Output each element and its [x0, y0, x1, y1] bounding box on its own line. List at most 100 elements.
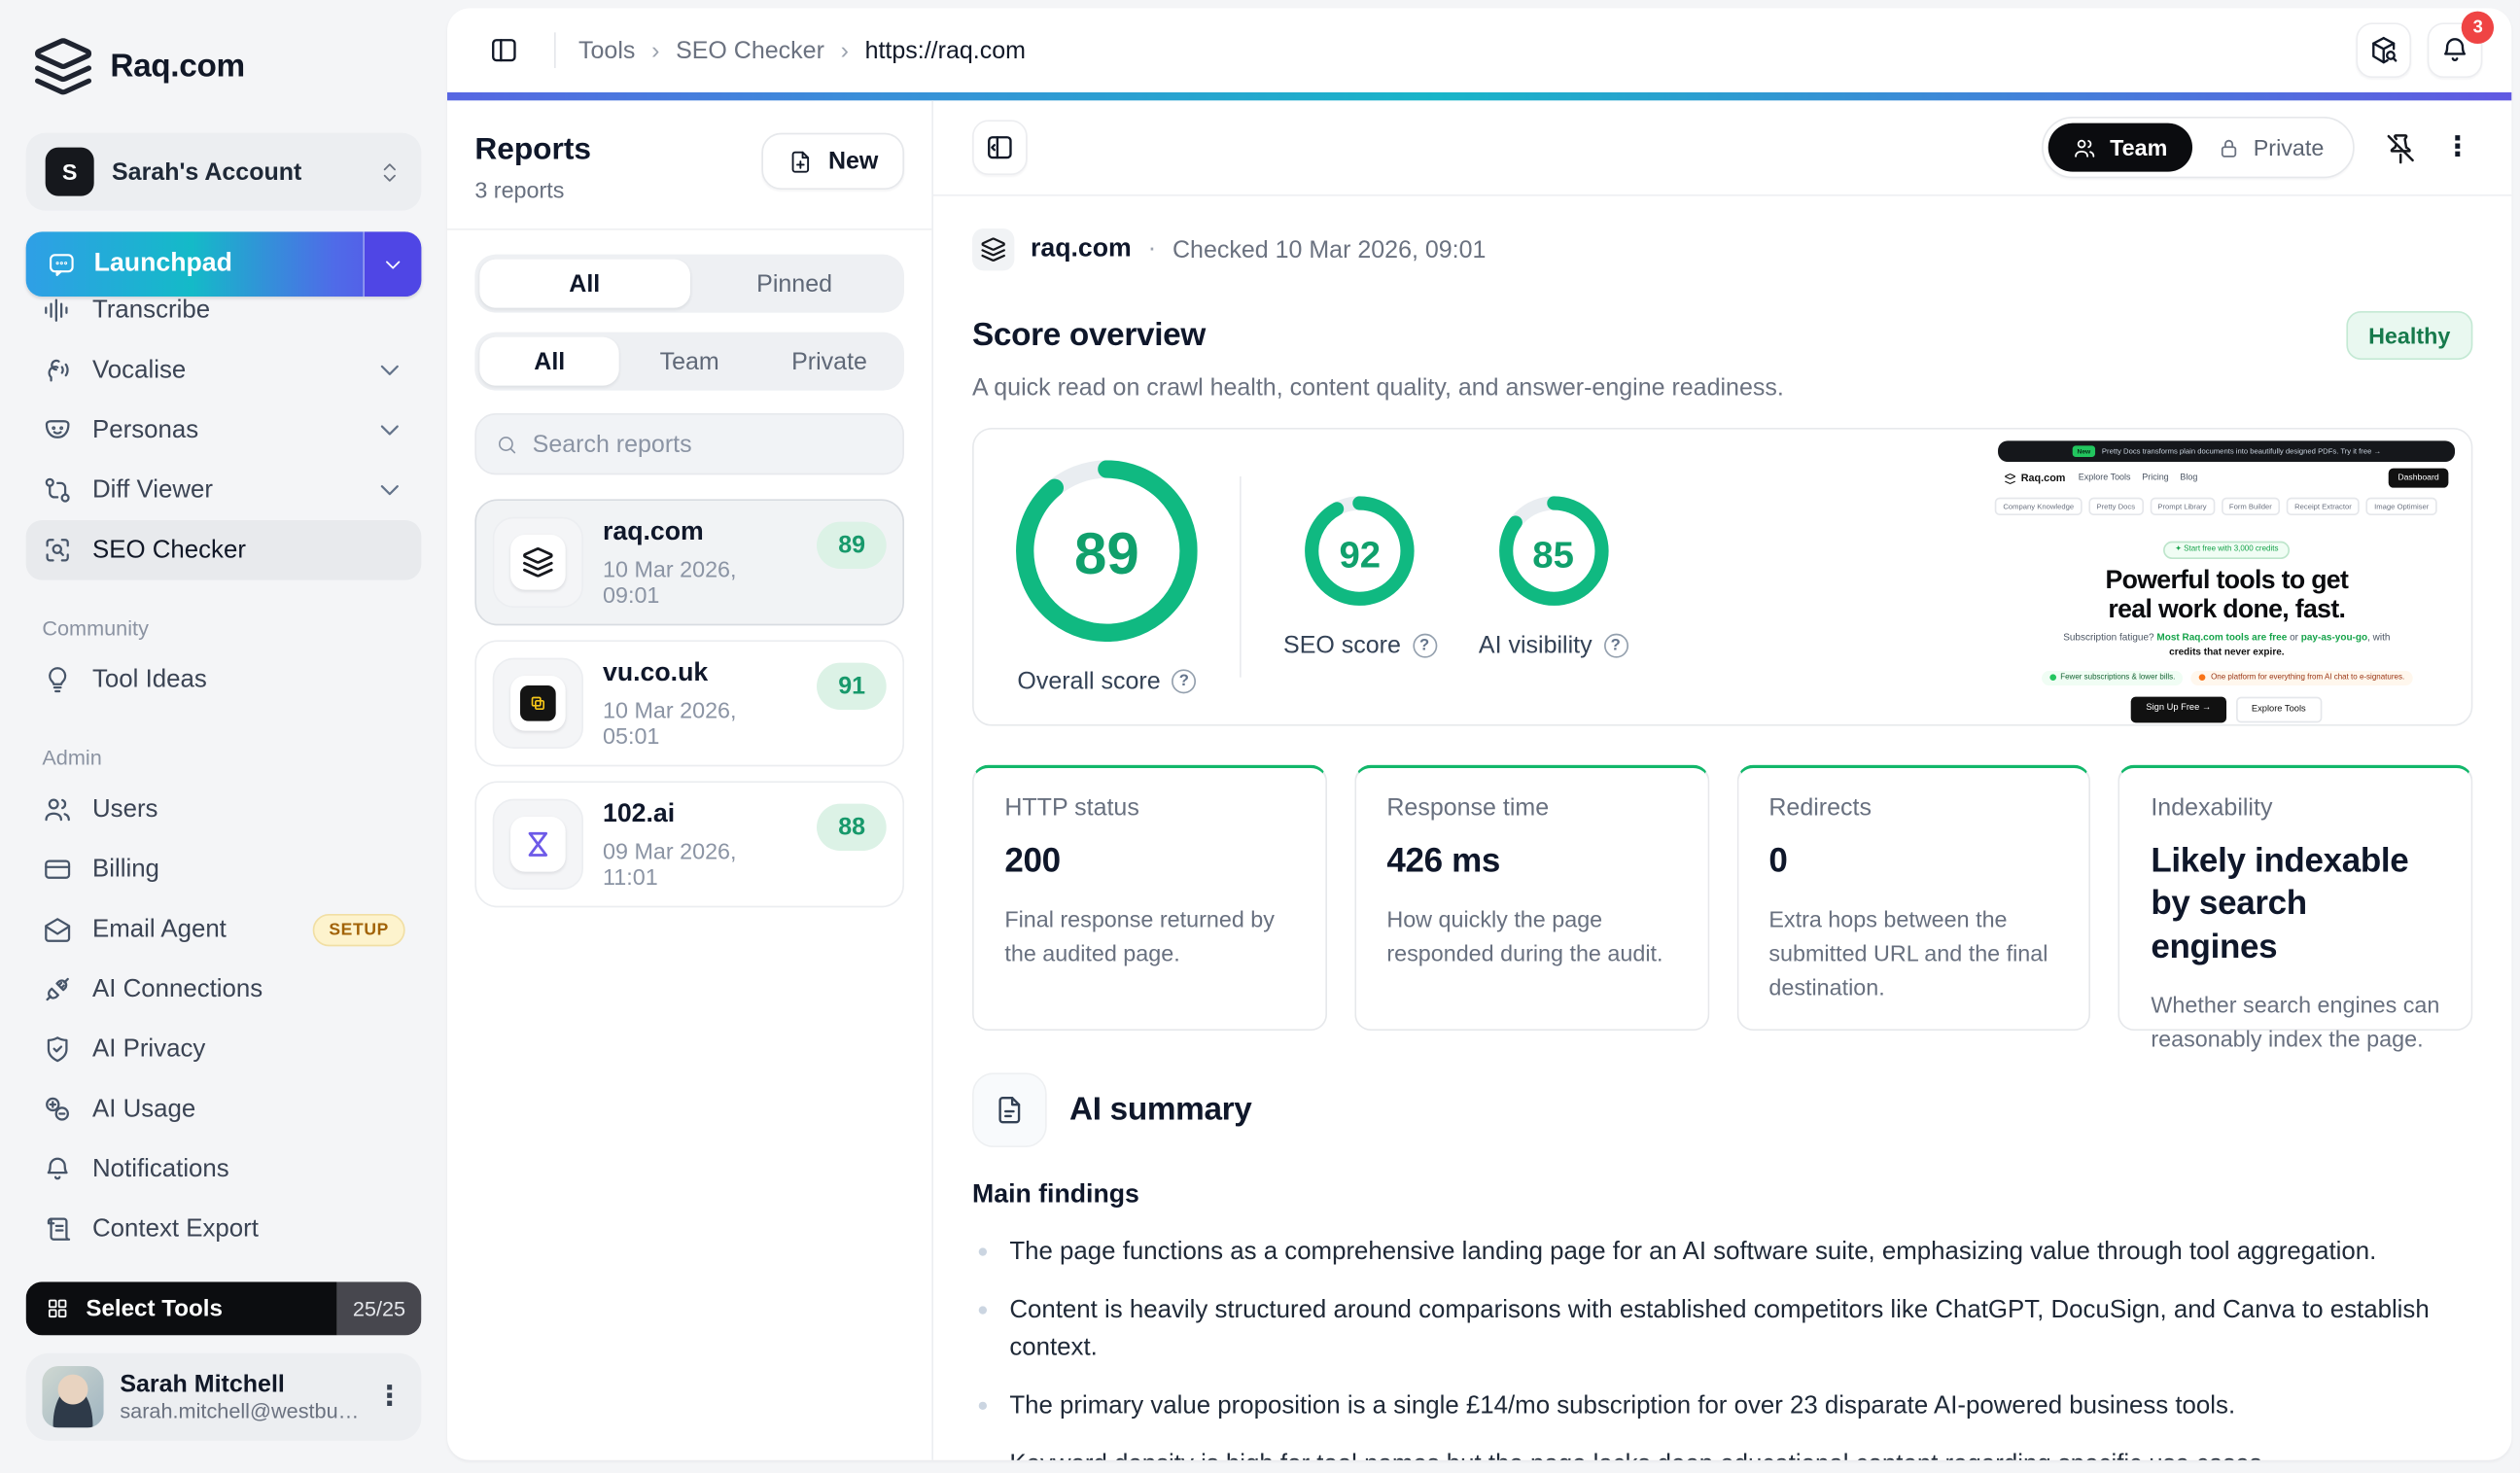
chevron-down-icon	[381, 252, 405, 276]
tab-all[interactable]: All	[479, 260, 689, 308]
preview-hero: ✦ Start free with 3,000 credits Powerful…	[1982, 530, 2471, 722]
tab-scope-all[interactable]: All	[479, 337, 619, 386]
sidebar-item-tool-ideas[interactable]: Tool Ideas	[26, 649, 422, 710]
sidebar-item-vocalise[interactable]: Vocalise	[26, 340, 422, 401]
report-score-badge: 89	[818, 522, 887, 569]
mail-icon	[42, 914, 73, 945]
select-tools-label: Select Tools	[86, 1296, 223, 1322]
report-site-name: raq.com	[1031, 235, 1132, 264]
report-score-badge: 88	[818, 804, 887, 851]
metric-http-status: HTTP status 200 Final response returned …	[972, 765, 1327, 1031]
account-avatar: S	[46, 148, 94, 196]
chevron-up-down-icon	[377, 159, 402, 184]
sidebar-item-ai-privacy[interactable]: AI Privacy	[26, 1019, 422, 1079]
finding-item: The primary value proposition is a singl…	[972, 1387, 2473, 1424]
sidebar-item-email-agent[interactable]: Email Agent SETUP	[26, 899, 422, 960]
sidebar-item-personas[interactable]: Personas	[26, 401, 422, 461]
sidebar-item-notifications[interactable]: Notifications	[26, 1140, 422, 1200]
visibility-private-button[interactable]: Private	[2191, 123, 2348, 172]
metric-desc: Final response returned by the audited p…	[1004, 903, 1294, 971]
user-card[interactable]: Sarah Mitchell sarah.mitchell@westbur...…	[26, 1353, 422, 1441]
search-reports-input[interactable]	[533, 431, 884, 458]
notification-count-badge: 3	[2462, 12, 2494, 44]
tab-scope-private[interactable]: Private	[759, 337, 899, 386]
metric-value: 0	[1768, 841, 2058, 884]
tab-scope-team[interactable]: Team	[619, 337, 759, 386]
sidebar-item-label: Context Export	[92, 1214, 259, 1244]
chevron-down-icon	[374, 474, 405, 506]
panel-left-close-icon	[984, 131, 1016, 163]
report-list-item-vu[interactable]: vu.co.uk 10 Mar 2026, 05:01 91	[474, 640, 904, 766]
report-menu-button[interactable]: ⋮	[2444, 131, 2473, 163]
panel-left-icon	[488, 34, 520, 66]
preview-tool-chips: Company Knowledge Pretty Docs Prompt Lib…	[1982, 494, 2471, 515]
reports-title: Reports	[474, 133, 591, 169]
collapse-panel-button[interactable]	[972, 120, 1028, 175]
breadcrumb-seo-checker[interactable]: SEO Checker	[676, 37, 824, 64]
sidebar-item-label: Tool Ideas	[92, 665, 207, 694]
preview-banner-text: Pretty Docs transforms plain documents i…	[2102, 447, 2381, 455]
account-name: Sarah's Account	[112, 158, 360, 186]
metric-response-time: Response time 426 ms How quickly the pag…	[1354, 765, 1709, 1031]
separator-dot: ·	[1147, 235, 1156, 264]
search-reports-box[interactable]	[474, 413, 904, 474]
launchpad-button[interactable]: Launchpad	[26, 231, 422, 297]
help-icon[interactable]: ?	[1172, 669, 1196, 693]
select-tools-count: 25/25	[337, 1281, 422, 1335]
topbar: Tools › SEO Checker › https://raq.com 3	[447, 8, 2512, 92]
sidebar-item-ai-connections[interactable]: AI Connections	[26, 960, 422, 1020]
metric-title: HTTP status	[1004, 794, 1294, 822]
sidebar-item-users[interactable]: Users	[26, 780, 422, 840]
visibility-team-button[interactable]: Team	[2048, 123, 2192, 172]
main-findings-heading: Main findings	[972, 1181, 2473, 1210]
sidebar-item-context-export[interactable]: Context Export	[26, 1199, 422, 1259]
sidebar-item-label: Vocalise	[92, 356, 186, 385]
ai-summary-title: AI summary	[1069, 1092, 1252, 1129]
visibility-team-label: Team	[2110, 134, 2167, 160]
chevron-down-icon	[374, 355, 405, 386]
metric-redirects: Redirects 0 Extra hops between the submi…	[1736, 765, 2091, 1031]
report-list-item-raq[interactable]: raq.com 10 Mar 2026, 09:01 89	[474, 499, 904, 625]
package-search-button[interactable]	[2357, 22, 2412, 78]
preview-banner: New Pretty Docs transforms plain documen…	[1998, 440, 2455, 462]
pin-off-icon[interactable]	[2384, 130, 2418, 164]
launchpad-expand-button[interactable]	[365, 231, 421, 297]
layers-icon	[980, 236, 1006, 263]
launchpad-label: Launchpad	[94, 250, 232, 279]
site-favicon-chip	[972, 228, 1014, 270]
visibility-private-label: Private	[2254, 134, 2325, 160]
package-search-icon	[2367, 34, 2399, 66]
lightbulb-icon	[42, 664, 73, 695]
seo-score-label: SEO score	[1283, 631, 1401, 658]
report-name: vu.co.uk	[603, 659, 798, 688]
breadcrumb-tools[interactable]: Tools	[578, 37, 635, 64]
overall-score-value: 89	[1016, 460, 1198, 649]
sidebar-item-label: Users	[92, 795, 158, 824]
metric-value: 200	[1004, 841, 1294, 884]
setup-badge: SETUP	[313, 913, 405, 945]
report-name: raq.com	[603, 518, 798, 547]
app: Raq.com S Sarah's Account Launchpad Tran…	[0, 0, 2520, 1473]
tab-pinned[interactable]: Pinned	[689, 260, 899, 308]
sidebar-item-ai-usage[interactable]: AI Usage	[26, 1079, 422, 1140]
help-icon[interactable]: ?	[1603, 633, 1628, 657]
preview-banner-chip: New	[2073, 445, 2096, 457]
user-menu-button[interactable]: ⋮	[376, 1381, 405, 1413]
select-tools-button[interactable]: Select Tools 25/25	[26, 1281, 422, 1335]
account-switcher[interactable]: S Sarah's Account	[26, 133, 422, 211]
ring-divider	[1240, 476, 1242, 678]
sidebar-toggle-button[interactable]	[476, 22, 532, 78]
report-list-item-102[interactable]: 102.ai 09 Mar 2026, 11:01 88	[474, 781, 904, 907]
sidebar-item-diff-viewer[interactable]: Diff Viewer	[26, 460, 422, 520]
gradient-divider	[447, 92, 2512, 100]
search-icon	[496, 432, 518, 456]
sidebar-item-seo-checker[interactable]: SEO Checker	[26, 520, 422, 580]
reports-count: 3 reports	[474, 177, 591, 203]
sidebar-nav: Transcribe Vocalise Personas Diff Viewer…	[26, 280, 422, 1259]
overall-score-ring: 89 Overall score ?	[1016, 460, 1198, 695]
help-icon[interactable]: ?	[1413, 633, 1437, 657]
sidebar-item-billing[interactable]: Billing	[26, 839, 422, 899]
brand: Raq.com	[26, 26, 422, 97]
new-report-button[interactable]: New	[762, 133, 904, 190]
avatar	[42, 1366, 103, 1427]
